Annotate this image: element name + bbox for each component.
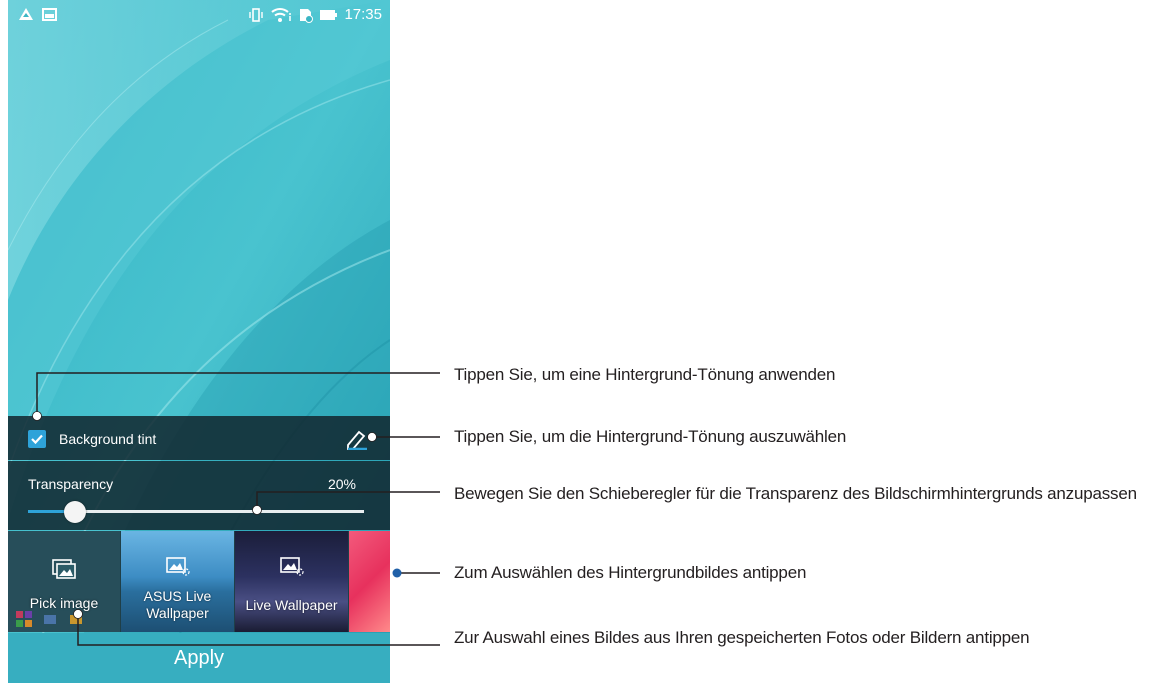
app-tile: [44, 615, 56, 624]
app-tile: [25, 620, 32, 627]
asus-live-wallpaper-label-line1: ASUS Live: [143, 588, 212, 604]
callout-dot: [392, 568, 402, 578]
callout-select-wallpaper: Zum Auswählen des Hintergrundbildes anti…: [454, 563, 807, 582]
live-wallpaper-label: Live Wallpaper: [245, 597, 338, 613]
transparency-label: Transparency: [28, 476, 114, 492]
tint-color-picker-icon[interactable]: [345, 428, 369, 450]
pink-wallpaper-thumbnail[interactable]: [349, 531, 390, 632]
gallery-icon: [52, 559, 76, 579]
vibrate-icon: [249, 8, 264, 22]
callout-pick-image: Zur Auswahl eines Bildes aus Ihren gespe…: [454, 628, 1030, 647]
app-tile: [16, 620, 23, 627]
live-wallpaper-icon: [279, 557, 304, 576]
app-tile: [16, 611, 23, 618]
alert-icon: [19, 8, 33, 20]
background-tint-checkbox[interactable]: [28, 430, 46, 448]
pick-image-thumbnail[interactable]: Pick image: [8, 531, 120, 632]
pick-image-label: Pick image: [29, 595, 99, 611]
no-sim-icon: [300, 9, 314, 23]
check-icon: [31, 434, 43, 445]
live-wallpaper-icon: [165, 557, 190, 576]
callout-apply-tint: Tippen Sie, um eine Hintergrund-Tönung a…: [454, 365, 836, 384]
transparency-row: Transparency 20%: [8, 461, 390, 530]
asus-live-wallpaper-label-line2: Wallpaper: [146, 605, 209, 621]
status-time: 17:35: [344, 6, 382, 23]
callout-select-tint: Tippen Sie, um die Hintergrund-Tönung au…: [454, 427, 847, 446]
live-wallpaper-thumbnail[interactable]: Live Wallpaper: [235, 531, 348, 632]
background-tint-row[interactable]: Background tint: [8, 416, 390, 460]
app-tile: [70, 615, 82, 624]
transparency-value: 20%: [327, 476, 356, 492]
callout-transparency-slider: Bewegen Sie den Schieberegler für die Tr…: [454, 484, 1137, 503]
background-tint-label: Background tint: [59, 431, 157, 447]
apply-button[interactable]: Apply: [8, 633, 390, 683]
app-tile: [25, 611, 32, 618]
phone-screen: 17:35 Background tint Transparency 20% P…: [8, 0, 390, 683]
wallpaper-thumbnail-strip: Pick image ASUS Live Wallpaper Live Wall…: [8, 531, 390, 632]
manual-figure: 17:35 Background tint Transparency 20% P…: [0, 0, 1157, 683]
battery-icon: [320, 10, 338, 20]
asus-live-wallpaper-thumbnail[interactable]: ASUS Live Wallpaper: [121, 531, 234, 632]
transparency-slider-thumb[interactable]: [64, 501, 87, 523]
wifi-icon: [271, 8, 292, 22]
status-bar: 17:35: [8, 0, 390, 30]
photo-notification-icon: [42, 7, 57, 21]
